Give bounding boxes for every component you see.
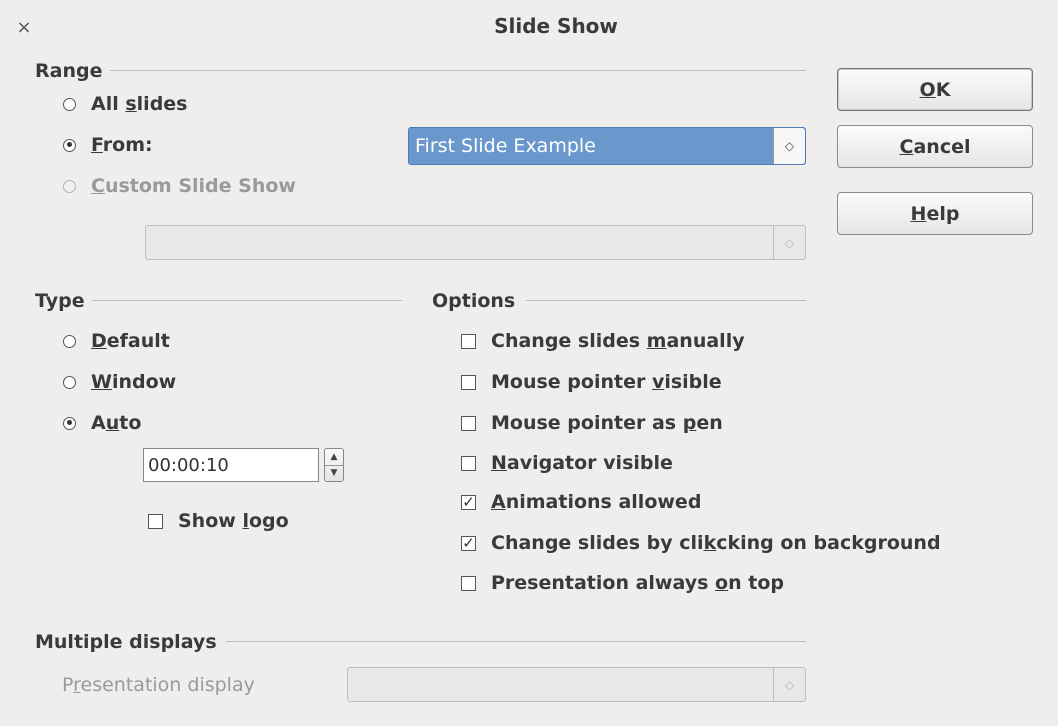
combo-updown-icon[interactable]: ◇ [773,128,805,164]
option-mouse-pointer-visible[interactable]: Mouse pointer visible [461,371,722,393]
option-animations-allowed-box[interactable]: ✓ [461,494,476,510]
radio-type-default-label: Default [91,330,170,352]
combo-updown-icon[interactable]: ◇ [773,226,805,259]
option-presentation-always-on-top[interactable]: Presentation always on top [461,572,784,594]
checkbox-show-logo[interactable]: Show logo [148,510,289,532]
radio-custom-slide-show[interactable]: Custom Slide Show [63,175,296,197]
auto-pause-time-value: 00:00:10 [148,454,229,476]
option-navigator-visible-box[interactable] [461,455,476,471]
range-divider [110,70,806,71]
cancel-button[interactable]: Cancel [837,125,1033,168]
dialog-title-bar: × Slide Show [0,0,1058,60]
options-divider [526,300,806,301]
radio-all-slides[interactable]: All slides [63,93,188,115]
option-animations-allowed[interactable]: ✓ Animations allowed [461,491,701,513]
option-change-slides-manually-box[interactable] [461,333,476,349]
option-change-slides-manually-label: Change slides manually [491,330,745,352]
type-divider [92,300,402,301]
option-mouse-pointer-visible-box[interactable] [461,374,476,390]
radio-type-default[interactable]: Default [63,330,170,352]
type-section-label: Type [35,290,85,312]
option-animations-allowed-label: Animations allowed [491,491,702,513]
radio-type-auto-label: Auto [91,412,142,434]
option-presentation-always-on-top-label: Presentation always on top [491,572,784,594]
radio-all-slides-label: All slides [91,93,188,115]
radio-type-window-indicator[interactable] [63,375,76,389]
multiple-displays-divider [226,641,806,642]
radio-type-auto[interactable]: Auto [63,412,141,434]
auto-pause-time-input[interactable]: 00:00:10 [143,448,319,482]
option-presentation-always-on-top-box[interactable] [461,575,476,591]
option-change-slides-by-clicking-box[interactable]: ✓ [461,535,476,551]
option-mouse-pointer-as-pen-box[interactable] [461,415,476,431]
presentation-display-select[interactable]: ◇ [347,667,806,702]
radio-type-auto-indicator[interactable] [63,416,76,430]
option-mouse-pointer-visible-label: Mouse pointer visible [491,371,722,393]
dialog-title: Slide Show [494,14,618,38]
spin-up-icon[interactable]: ▲ [325,449,343,465]
help-button[interactable]: Help [837,192,1033,235]
presentation-display-label: Presentation display [62,674,255,696]
option-mouse-pointer-as-pen[interactable]: Mouse pointer as pen [461,412,723,434]
option-change-slides-by-clicking[interactable]: ✓ Change slides by clikcking on backgrou… [461,532,941,554]
radio-all-slides-indicator[interactable] [63,97,76,111]
radio-type-window-label: Window [91,371,177,393]
option-change-slides-by-clicking-label: Change slides by clikcking on background [491,532,941,554]
checkbox-show-logo-box[interactable] [148,513,163,529]
options-section-label: Options [432,290,516,312]
checkbox-show-logo-label: Show logo [178,510,289,532]
combo-updown-icon[interactable]: ◇ [773,668,805,701]
option-mouse-pointer-as-pen-label: Mouse pointer as pen [491,412,723,434]
ok-button-label: OK [919,78,951,101]
option-navigator-visible[interactable]: Navigator visible [461,452,673,474]
radio-from-indicator[interactable] [63,138,76,152]
spin-down-icon[interactable]: ▼ [325,464,343,482]
multiple-displays-section-label: Multiple displays [35,631,217,653]
option-navigator-visible-label: Navigator visible [491,452,673,474]
from-slide-select[interactable]: First Slide Example ◇ [408,127,806,165]
radio-custom-slide-show-indicator[interactable] [63,179,76,193]
custom-slide-show-select[interactable]: ◇ [145,225,806,260]
range-section-label: Range [35,60,103,82]
radio-type-window[interactable]: Window [63,371,176,393]
radio-from-label: From: [91,134,153,156]
auto-pause-time-spinner[interactable]: ▲ ▼ [324,448,344,482]
radio-type-default-indicator[interactable] [63,334,76,348]
radio-custom-slide-show-label: Custom Slide Show [91,175,296,197]
radio-from[interactable]: From: [63,134,153,156]
cancel-button-label: Cancel [899,135,971,158]
option-change-slides-manually[interactable]: Change slides manually [461,330,745,352]
help-button-label: Help [910,202,960,225]
from-slide-value: First Slide Example [415,135,596,157]
ok-button[interactable]: OK [837,68,1033,111]
